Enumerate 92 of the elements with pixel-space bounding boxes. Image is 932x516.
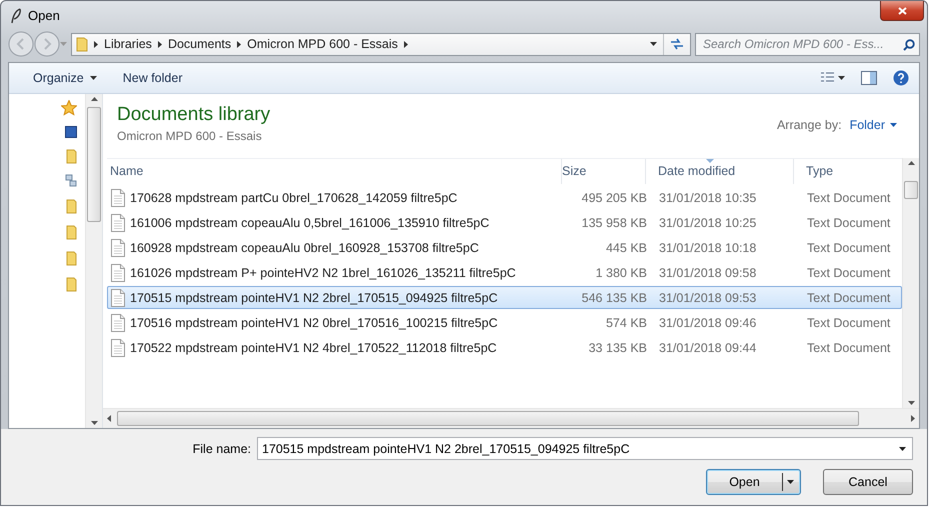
file-size: 33 135 KB bbox=[588, 340, 647, 354]
file-name: 160928 mpdstream copeauAlu 0brel_160928_153708 filtre5pC bbox=[130, 240, 479, 254]
preview-pane-icon[interactable] bbox=[861, 71, 877, 85]
scrollbar-thumb[interactable] bbox=[117, 411, 859, 426]
scroll-down-icon[interactable] bbox=[90, 421, 98, 425]
scrollbar-thumb[interactable] bbox=[87, 107, 101, 222]
file-name-label: File name: bbox=[192, 442, 251, 456]
library-subtitle: Omicron MPD 600 - Essais bbox=[117, 129, 263, 143]
file-name: 161026 mpdstream P+ pointeHV2 N2 1brel_161026_135211 filtre5pC bbox=[130, 266, 516, 280]
breadcrumb[interactable]: Libraries bbox=[104, 37, 152, 51]
cancel-button[interactable]: Cancel bbox=[823, 469, 913, 495]
help-icon[interactable] bbox=[893, 70, 909, 86]
arrange-label: Arrange by: bbox=[776, 118, 842, 132]
sort-arrow-icon bbox=[706, 159, 714, 163]
file-row[interactable]: 170522 mpdstream pointeHV1 N2 4brel_170522_112018 filtre5pC 33 135 KB 31/01/2018 09:44 Text Document bbox=[107, 336, 902, 359]
file-name: 170628 mpdstream partCu 0brel_170628_142059 filtre5pC bbox=[130, 190, 458, 204]
file-row[interactable]: 170515 mpdstream pointeHV1 N2 2brel_170515_094925 filtre5pC 546 135 KB 31/01/2018 09:53 Text Document bbox=[107, 286, 902, 309]
caret-icon bbox=[90, 76, 97, 80]
file-name: 170515 mpdstream pointeHV1 N2 2brel_170515_094925 filtre5pC bbox=[130, 290, 498, 304]
file-type: Text Document bbox=[806, 190, 892, 204]
document-icon bbox=[111, 214, 125, 232]
file-date: 31/01/2018 10:18 bbox=[658, 240, 758, 254]
scrollbar-thumb[interactable] bbox=[904, 181, 918, 199]
close-icon bbox=[898, 6, 906, 14]
column-header[interactable]: Name bbox=[107, 159, 562, 184]
arrange-dropdown[interactable]: Folder bbox=[850, 118, 897, 132]
search-icon bbox=[903, 38, 915, 50]
caret-icon[interactable] bbox=[899, 447, 906, 451]
refresh-icon[interactable] bbox=[670, 38, 684, 50]
file-size: 445 KB bbox=[604, 240, 647, 254]
column-header[interactable]: Type bbox=[794, 159, 902, 184]
caret-icon bbox=[787, 480, 794, 484]
file-row[interactable]: 161006 mpdstream copeauAlu 0,5brel_161006_135910 filtre5pC 135 958 KB 31/01/2018 10:25 Text Document bbox=[107, 211, 902, 234]
file-date: 31/01/2018 09:44 bbox=[658, 340, 758, 354]
file-row[interactable]: 161026 mpdstream P+ pointeHV2 N2 1brel_161026_135211 filtre5pC 1 380 KB 31/01/2018 09:58 Text Document bbox=[107, 261, 902, 284]
scroll-left-icon[interactable] bbox=[107, 415, 111, 422]
feather-icon bbox=[10, 8, 22, 24]
document-icon bbox=[111, 264, 125, 282]
network-icon[interactable] bbox=[65, 174, 77, 188]
chevron-right-icon[interactable] bbox=[94, 40, 98, 48]
toolbar-button[interactable]: New folder bbox=[122, 71, 182, 85]
file-row[interactable]: 170516 mpdstream pointeHV1 N2 0brel_170516_100215 filtre5pC 574 KB 31/01/2018 09:46 Text Document bbox=[107, 311, 902, 334]
file-type: Text Document bbox=[806, 316, 892, 330]
caret-icon[interactable] bbox=[650, 42, 657, 46]
caret-icon bbox=[890, 123, 897, 127]
column-header[interactable]: Date modified bbox=[646, 159, 794, 184]
file-size: 546 135 KB bbox=[580, 290, 647, 304]
file-type: Text Document bbox=[806, 340, 892, 354]
breadcrumb[interactable]: Omicron MPD 600 - Essais bbox=[247, 37, 398, 51]
document-icon bbox=[111, 338, 125, 356]
file-name: 170522 mpdstream pointeHV1 N2 4brel_170522_112018 filtre5pC bbox=[130, 340, 497, 354]
file-row[interactable]: 160928 mpdstream copeauAlu 0brel_160928_153708 filtre5pC 445 KB 31/01/2018 10:18 Text Document bbox=[107, 236, 902, 259]
view-options-icon[interactable] bbox=[821, 72, 845, 84]
scroll-down-icon[interactable] bbox=[908, 401, 914, 405]
star-icon[interactable] bbox=[61, 100, 77, 116]
close-button[interactable] bbox=[880, 1, 924, 21]
file-type: Text Document bbox=[806, 266, 892, 280]
file-date: 31/01/2018 10:35 bbox=[658, 190, 758, 204]
scroll-up-icon[interactable] bbox=[908, 161, 914, 165]
document-icon bbox=[111, 188, 125, 206]
document-icon bbox=[111, 288, 125, 306]
chevron-right-icon[interactable] bbox=[158, 40, 162, 48]
toolbar-button[interactable]: Organize bbox=[33, 71, 97, 85]
document-icon bbox=[111, 238, 125, 256]
window-title: Open bbox=[28, 8, 61, 23]
file-type: Text Document bbox=[806, 216, 892, 230]
file-date: 31/01/2018 09:53 bbox=[658, 290, 758, 304]
file-size: 495 205 KB bbox=[580, 190, 647, 204]
file-date: 31/01/2018 10:25 bbox=[658, 216, 758, 230]
file-size: 135 958 KB bbox=[580, 216, 647, 230]
file-name: 170516 mpdstream pointeHV1 N2 0brel_170516_100215 filtre5pC bbox=[130, 316, 498, 330]
breadcrumb[interactable]: Documents bbox=[168, 37, 232, 51]
file-type: Text Document bbox=[806, 240, 892, 254]
file-date: 31/01/2018 09:46 bbox=[658, 316, 758, 330]
address-bar[interactable]: Libraries Documents Omicron MPD 600 - Essais bbox=[71, 32, 691, 56]
scroll-up-icon[interactable] bbox=[90, 97, 98, 101]
folder-icon bbox=[76, 36, 88, 52]
document-icon bbox=[111, 314, 125, 332]
file-date: 31/01/2018 09:58 bbox=[658, 266, 758, 280]
column-header[interactable]: Size bbox=[562, 159, 646, 184]
file-type: Text Document bbox=[806, 290, 892, 304]
open-button[interactable]: Open bbox=[706, 469, 801, 495]
scroll-right-icon[interactable] bbox=[911, 415, 915, 422]
chevron-right-icon[interactable] bbox=[404, 40, 408, 48]
file-size: 574 KB bbox=[604, 316, 647, 330]
file-name: 161006 mpdstream copeauAlu 0,5brel_161006_135910 filtre5pC bbox=[130, 216, 490, 230]
chevron-right-icon[interactable] bbox=[237, 40, 242, 48]
file-row[interactable]: 170628 mpdstream partCu 0brel_170628_142059 filtre5pC 495 205 KB 31/01/2018 10:35 Text Document bbox=[107, 186, 902, 209]
file-size: 1 380 KB bbox=[594, 266, 647, 280]
search-field[interactable]: Search Omicron MPD 600 - Ess... bbox=[695, 32, 920, 56]
file-name-field[interactable]: 170515 mpdstream pointeHV1 N2 2brel_170515_094925 filtre5pC bbox=[257, 437, 913, 460]
library-title: Documents library bbox=[117, 104, 272, 126]
